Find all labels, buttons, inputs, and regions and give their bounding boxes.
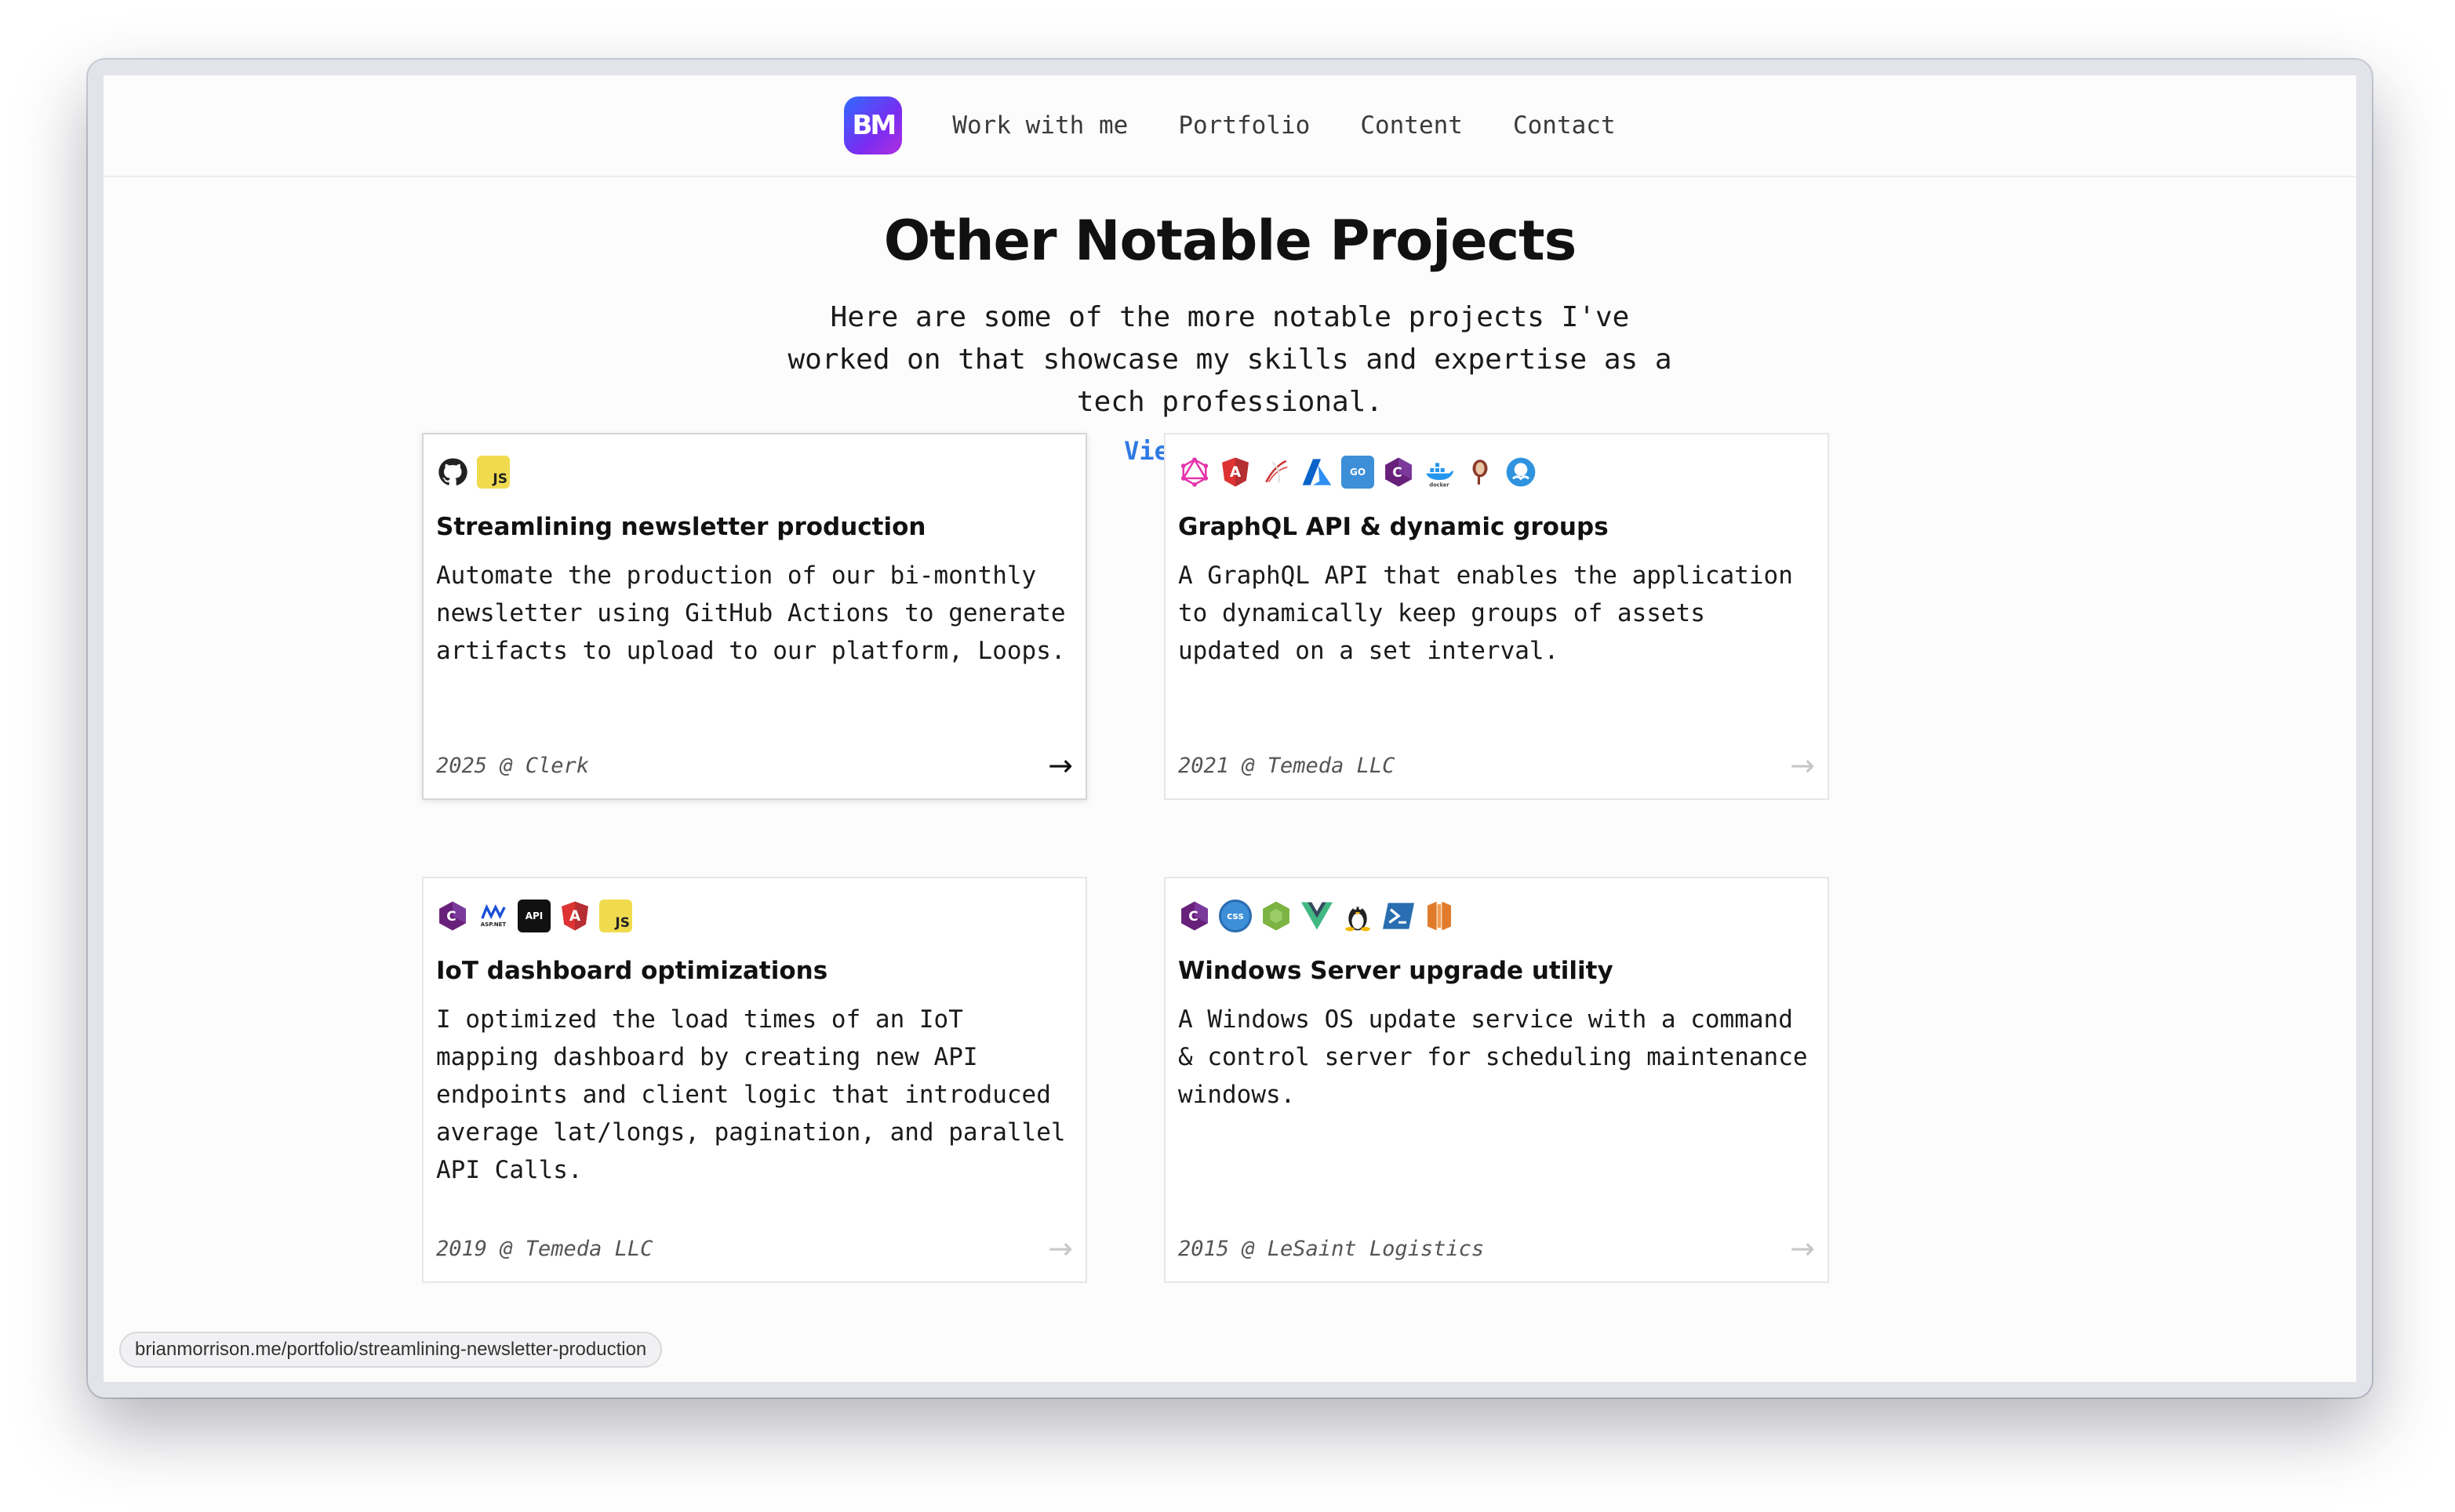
vue-icon bbox=[1300, 900, 1333, 932]
css-icon: css bbox=[1219, 900, 1252, 932]
svg-text:docker: docker bbox=[1429, 482, 1449, 488]
hero-section: Other Notable Projects Here are some of … bbox=[104, 209, 2356, 466]
powershell-icon bbox=[1382, 900, 1415, 932]
angular-icon: A bbox=[1219, 456, 1252, 489]
svg-text:A: A bbox=[569, 908, 581, 925]
project-card[interactable]: A GO C docker GraphQL API & dynamic grou… bbox=[1164, 433, 1829, 800]
docker-icon: docker bbox=[1423, 456, 1456, 489]
api-icon: API bbox=[518, 900, 551, 932]
aspnet-icon-label: ASP.NET bbox=[480, 921, 507, 928]
arrow-right-icon[interactable]: → bbox=[1048, 1231, 1073, 1266]
github-icon bbox=[436, 456, 469, 489]
project-card[interactable]: JS Streamlining newsletter production Au… bbox=[422, 433, 1087, 800]
arrow-right-icon[interactable]: → bbox=[1048, 748, 1073, 783]
svg-text:C: C bbox=[1188, 908, 1198, 924]
project-meta: 2019 @ Temeda LLC bbox=[436, 1236, 653, 1261]
go-icon: GO bbox=[1341, 456, 1374, 489]
project-title: Streamlining newsletter production bbox=[436, 513, 926, 541]
projects-grid: JS Streamlining newsletter production Au… bbox=[422, 433, 1831, 1283]
tech-icons: JS bbox=[436, 453, 1073, 491]
svg-text:C: C bbox=[446, 908, 456, 924]
project-card[interactable]: C ASP.NET API A JS IoT dashboard optimiz… bbox=[422, 877, 1087, 1283]
javascript-icon-label: JS bbox=[493, 471, 507, 487]
nav-link-work-with-me[interactable]: Work with me bbox=[952, 111, 1128, 140]
sql-server-icon bbox=[1260, 456, 1293, 489]
svg-text:C: C bbox=[1392, 464, 1402, 480]
angular-icon: A bbox=[558, 900, 591, 932]
aws-icon bbox=[1423, 900, 1456, 932]
csharp-icon: C bbox=[1382, 456, 1415, 489]
postgres-icon bbox=[1464, 456, 1497, 489]
css-icon-label: css bbox=[1227, 910, 1244, 921]
api-icon-label: API bbox=[525, 910, 544, 921]
site-logo[interactable]: BM bbox=[844, 96, 903, 154]
top-navbar: BM Work with me Portfolio Content Contac… bbox=[104, 75, 2356, 177]
go-icon-label: GO bbox=[1349, 467, 1366, 478]
nav-link-content[interactable]: Content bbox=[1360, 111, 1463, 140]
nav-link-portfolio[interactable]: Portfolio bbox=[1178, 111, 1310, 140]
project-footer: 2025 @ Clerk → bbox=[436, 748, 1073, 783]
project-description: A Windows OS update service with a comma… bbox=[1178, 1005, 1808, 1109]
project-description: I optimized the load times of an IoT map… bbox=[436, 1005, 1066, 1184]
project-footer: 2019 @ Temeda LLC → bbox=[436, 1231, 1073, 1266]
linux-icon bbox=[1341, 900, 1374, 932]
logo-text: BM bbox=[852, 110, 897, 141]
project-card[interactable]: C css Windows Server upgrade utility A W… bbox=[1164, 877, 1829, 1283]
arrow-right-icon[interactable]: → bbox=[1790, 748, 1815, 783]
graphql-icon bbox=[1178, 456, 1211, 489]
aspnet-icon: ASP.NET bbox=[477, 900, 510, 932]
link-preview-status-bar: brianmorrison.me/portfolio/streamlining-… bbox=[119, 1332, 663, 1368]
page-description: Here are some of the more notable projec… bbox=[787, 301, 1672, 418]
project-footer: 2021 @ Temeda LLC → bbox=[1178, 748, 1815, 783]
azure-icon bbox=[1300, 456, 1333, 489]
project-meta: 2021 @ Temeda LLC bbox=[1178, 753, 1395, 778]
nav-link-contact[interactable]: Contact bbox=[1513, 111, 1616, 140]
project-title: Windows Server upgrade utility bbox=[1178, 957, 1613, 985]
javascript-icon: JS bbox=[477, 456, 510, 489]
project-title: IoT dashboard optimizations bbox=[436, 957, 828, 985]
javascript-icon-label: JS bbox=[615, 915, 630, 931]
javascript-icon: JS bbox=[599, 900, 632, 932]
project-footer: 2015 @ LeSaint Logistics → bbox=[1178, 1231, 1815, 1266]
page-title: Other Notable Projects bbox=[883, 209, 1577, 273]
project-description: Automate the production of our bi-monthl… bbox=[436, 562, 1066, 665]
project-meta: 2015 @ LeSaint Logistics bbox=[1178, 1236, 1485, 1261]
csharp-icon: C bbox=[436, 900, 469, 932]
project-description: A GraphQL API that enables the applicati… bbox=[1178, 562, 1793, 665]
tech-icons: C ASP.NET API A JS bbox=[436, 897, 1073, 935]
nodejs-icon bbox=[1260, 900, 1293, 932]
tech-icons: C css bbox=[1178, 897, 1815, 935]
arrow-right-icon[interactable]: → bbox=[1790, 1231, 1815, 1266]
project-meta: 2025 @ Clerk bbox=[436, 753, 590, 778]
octopus-icon bbox=[1504, 456, 1537, 489]
svg-text:A: A bbox=[1230, 464, 1242, 481]
project-title: GraphQL API & dynamic groups bbox=[1178, 513, 1609, 541]
csharp-icon: C bbox=[1178, 900, 1211, 932]
tech-icons: A GO C docker bbox=[1178, 453, 1815, 491]
